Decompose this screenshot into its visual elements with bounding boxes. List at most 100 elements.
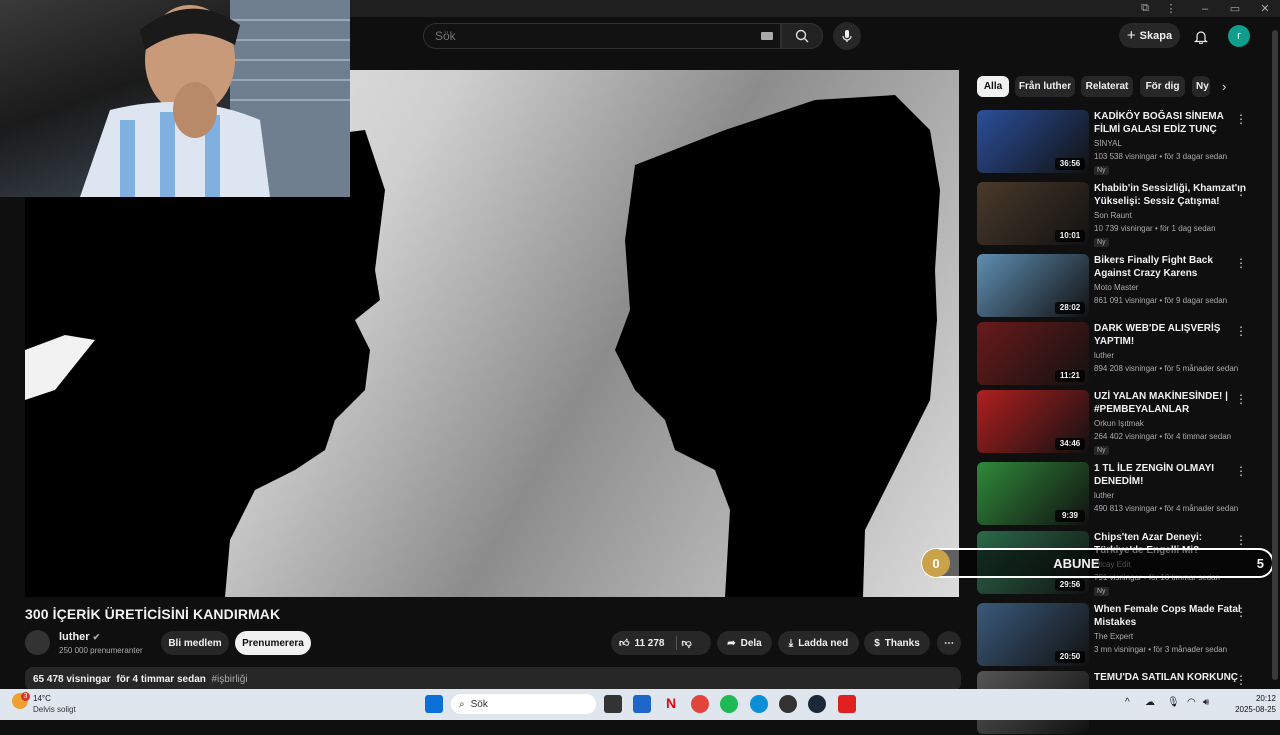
search-button[interactable] <box>781 23 823 49</box>
join-button[interactable]: Bli medlem <box>161 631 229 655</box>
recommendation-title[interactable]: Bikers Finally Fight Back Against Crazy … <box>1094 254 1250 280</box>
recommendation-item[interactable]: 20:50 When Female Cops Made Fatal Mistake… <box>977 603 1267 667</box>
spotify-icon[interactable] <box>720 695 738 713</box>
share-icon: ➦ <box>727 637 736 649</box>
more-vertical-icon[interactable]: ⋮ <box>1235 673 1247 687</box>
notifications-button[interactable] <box>1189 24 1213 48</box>
recommendation-item[interactable]: 36:56 KADİKÖY BOĞASI SİNEMA FİLMİ GALASI … <box>977 110 1267 175</box>
account-avatar[interactable]: r <box>1228 25 1250 47</box>
wifi-icon[interactable]: ◠ <box>1187 697 1196 708</box>
app-icon[interactable] <box>779 695 797 713</box>
recommendation-channel[interactable]: Moto Master <box>1094 283 1138 292</box>
recommendation-views: 490 813 visningar <box>1094 504 1158 513</box>
keyboard-icon[interactable] <box>761 32 773 40</box>
recommendation-item[interactable]: 9:39 1 TL İLE ZENGİN OLMAYI DENEDİM! luthe… <box>977 462 1267 526</box>
recommendation-title[interactable]: Khabib'in Sessizliği, Khamzat'ın Yükseli… <box>1094 182 1250 208</box>
bell-icon <box>1194 30 1208 44</box>
search-box[interactable] <box>423 23 781 49</box>
recommendation-item[interactable]: 34:46 UZİ YALAN MAKİNESİNDE! | #PEMBEYALA… <box>977 390 1267 455</box>
subscribe-goal-overlay: 0 ABUNE 5 <box>921 548 1274 578</box>
chevron-right-icon[interactable]: › <box>1222 79 1226 94</box>
recommendation-views: 3 mn visningar <box>1094 645 1147 654</box>
weather-temp[interactable]: 14°C <box>33 694 51 703</box>
recommendation-channel[interactable]: Son Raunt <box>1094 211 1132 220</box>
chevron-up-icon[interactable]: ^ <box>1125 697 1130 708</box>
recommendation-views: 861 091 visningar <box>1094 296 1158 305</box>
more-actions-button[interactable]: ⋯ <box>937 631 961 655</box>
recommendation-title[interactable]: TEMU'DA SATILAN KORKUNÇ <box>1094 671 1250 684</box>
recommendation-meta: 894 208 visningar • för 5 månader sedan <box>1094 364 1239 373</box>
close-icon[interactable]: ✕ <box>1250 0 1280 17</box>
more-vertical-icon[interactable]: ⋮ <box>1235 324 1247 338</box>
more-vertical-icon[interactable]: ⋮ <box>1235 533 1247 547</box>
taskbar-search[interactable]: ⌕ Sök <box>451 694 596 714</box>
weather-desc[interactable]: Delvis soligt <box>33 705 76 714</box>
recommendation-title[interactable]: KADİKÖY BOĞASI SİNEMA FİLMİ GALASI EDİZ … <box>1094 110 1250 136</box>
store-icon[interactable] <box>633 695 651 713</box>
more-vertical-icon[interactable]: ⋮ <box>1235 256 1247 270</box>
more-vertical-icon[interactable]: ⋮ <box>1156 0 1186 17</box>
windows-start-icon[interactable] <box>425 695 443 713</box>
minimize-icon[interactable]: – <box>1190 0 1220 17</box>
more-vertical-icon[interactable]: ⋮ <box>1235 605 1247 619</box>
microphone-icon[interactable]: 🎙︎ <box>1167 697 1180 708</box>
channel-name-text[interactable]: luther <box>59 631 90 643</box>
youtube-icon[interactable] <box>838 695 856 713</box>
recommendation-title[interactable]: UZİ YALAN MAKİNESİNDE! | #PEMBEYALANLAR <box>1094 390 1250 416</box>
search-input[interactable] <box>435 29 735 43</box>
recommendation-channel[interactable]: Orkun Işıtmak <box>1094 419 1144 428</box>
subscribe-button[interactable]: Prenumerera <box>235 631 311 655</box>
recommendation-item[interactable]: 10:01 Khabib'in Sessizliği, Khamzat'ın Yü… <box>977 182 1267 247</box>
task-view-icon[interactable] <box>604 695 622 713</box>
like-count[interactable]: 11 278 <box>634 638 664 649</box>
more-vertical-icon[interactable]: ⋮ <box>1235 392 1247 406</box>
download-icon: ⤓ <box>788 637 794 649</box>
more-vertical-icon[interactable]: ⋮ <box>1235 112 1247 126</box>
new-badge: Ny <box>1094 238 1109 247</box>
share-button[interactable]: ➦ Dela <box>717 631 772 655</box>
channel-avatar[interactable] <box>25 630 50 655</box>
maximize-icon[interactable]: ▭ <box>1220 0 1250 17</box>
duration-badge: 29:56 <box>1055 579 1085 591</box>
thumbs-up-icon[interactable]: 👍︎ <box>619 637 629 649</box>
recommendation-channel[interactable]: The Expert <box>1094 632 1133 641</box>
chip-from-channel[interactable]: Från luther <box>1015 76 1075 97</box>
thanks-icon: $ <box>874 637 880 649</box>
verified-icon: ✔ <box>92 632 101 642</box>
steam-icon[interactable] <box>808 695 826 713</box>
chip-related[interactable]: Relaterat <box>1081 76 1133 97</box>
channel-name[interactable]: luther ✔ <box>59 631 100 643</box>
recommendation-title[interactable]: When Female Cops Made Fatal Mistakes <box>1094 603 1250 629</box>
chip-for-you[interactable]: För dig <box>1140 76 1185 97</box>
recommendation-channel[interactable]: luther <box>1094 351 1114 360</box>
recommendation-item[interactable]: 11:21 DARK WEB'DE ALIŞVERİŞ YAPTIM! luther… <box>977 322 1267 386</box>
chip-new[interactable]: Ny <box>1192 76 1210 97</box>
chrome-icon[interactable] <box>691 695 709 713</box>
more-vertical-icon[interactable]: ⋮ <box>1235 184 1247 198</box>
new-badge: Ny <box>1094 166 1109 175</box>
download-button[interactable]: ⤓ Ladda ned <box>778 631 859 655</box>
more-vertical-icon[interactable]: ⋮ <box>1235 464 1247 478</box>
scrollbar[interactable] <box>1272 30 1278 680</box>
chip-all[interactable]: Alla <box>977 76 1009 97</box>
thanks-button[interactable]: $ Thanks <box>864 631 930 655</box>
edge-icon[interactable] <box>750 695 768 713</box>
weather-badge: 3 <box>21 692 30 701</box>
thumbs-down-icon[interactable]: 👎︎ <box>682 637 692 649</box>
volume-icon[interactable]: 🔊︎ <box>1203 697 1209 708</box>
voice-search-button[interactable] <box>833 22 861 50</box>
create-button[interactable]: + Skapa <box>1119 23 1180 48</box>
subscriber-count: 250 000 prenumeranter <box>59 646 143 655</box>
clock-date[interactable]: 2025-08-25 <box>1226 705 1276 714</box>
recommendation-title[interactable]: 1 TL İLE ZENGİN OLMAYI DENEDİM! <box>1094 462 1250 488</box>
recommendation-item[interactable]: 28:02 Bikers Finally Fight Back Against C… <box>977 254 1267 318</box>
recommendation-title[interactable]: DARK WEB'DE ALIŞVERİŞ YAPTIM! <box>1094 322 1250 348</box>
recommendation-channel[interactable]: luther <box>1094 491 1114 500</box>
clock-time[interactable]: 20:12 <box>1246 694 1276 703</box>
recommendation-channel[interactable]: SİNYAL <box>1094 139 1122 148</box>
cloud-icon[interactable]: ☁ <box>1145 697 1155 708</box>
hashtag[interactable]: #işbirliği <box>211 674 247 685</box>
netflix-icon[interactable]: N <box>662 695 680 713</box>
taskbar-search-label: Sök <box>470 698 488 710</box>
description-box[interactable]: 65 478 visningar för 4 timmar sedan #işb… <box>25 667 961 691</box>
